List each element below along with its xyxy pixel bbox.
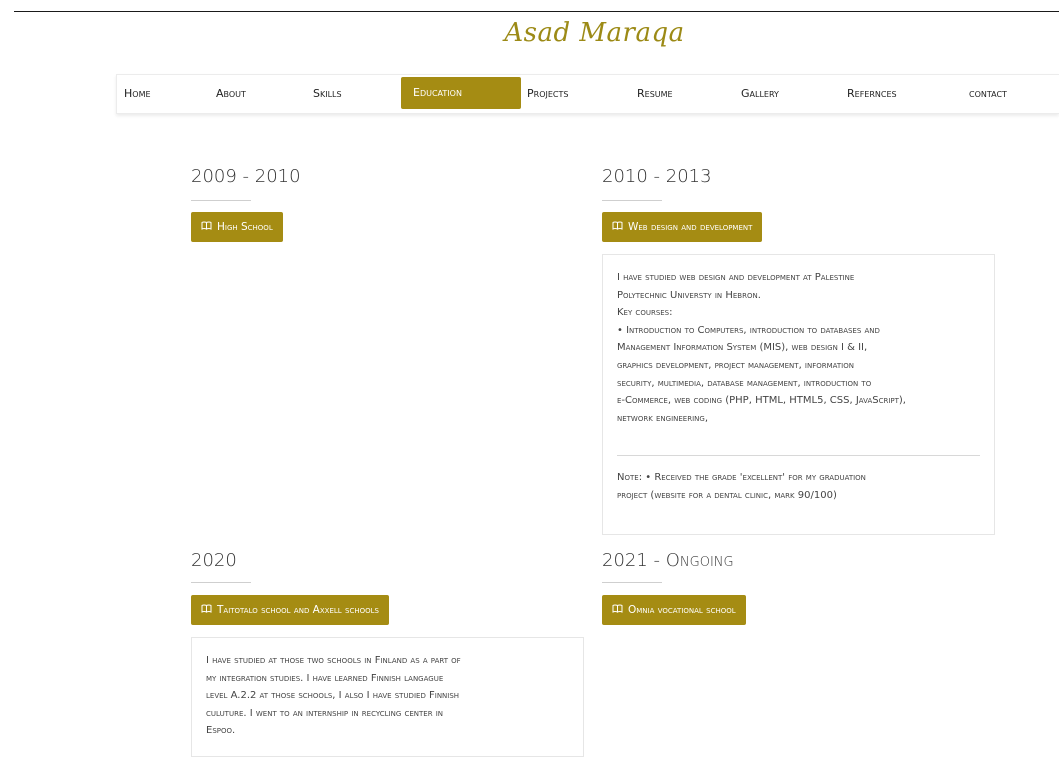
description-line: Key courses: bbox=[617, 307, 673, 319]
year-divider bbox=[602, 582, 662, 583]
book-icon bbox=[612, 595, 623, 625]
description-line: culuture. I went to an internship in rec… bbox=[206, 707, 444, 719]
education-title: Omnia vocational school bbox=[628, 604, 736, 616]
year-divider bbox=[602, 200, 662, 201]
site-logo[interactable]: Asad Maraqa bbox=[0, 18, 1059, 48]
nav-home[interactable]: Home bbox=[124, 75, 151, 113]
book-icon bbox=[201, 595, 212, 625]
year-divider bbox=[191, 200, 251, 201]
note-line: project (website for a dental clinic, ma… bbox=[617, 489, 837, 501]
book-icon bbox=[612, 212, 623, 242]
description-line: Espoo. bbox=[206, 725, 236, 737]
description-line: I have studied web design and developmen… bbox=[617, 272, 855, 283]
description-line: my integration studies. I have learned F… bbox=[206, 672, 444, 684]
nav-resume[interactable]: Resume bbox=[637, 75, 673, 113]
nav-about[interactable]: About bbox=[216, 75, 246, 113]
description-line: e-Commerce, web coding (PHP, HTML, HTML5… bbox=[617, 395, 906, 407]
description-line: network engineering, bbox=[617, 412, 708, 424]
education-title: Taitotalo school and Axxell schools bbox=[217, 604, 379, 616]
description-line: • Introduction to Computers, introductio… bbox=[617, 324, 880, 336]
description-line: security, multimedia, database managemen… bbox=[617, 377, 872, 389]
education-description-card: I have studied at those two schools in F… bbox=[191, 637, 584, 757]
education-description-card: I have studied web design and developmen… bbox=[602, 254, 995, 535]
education-title-button[interactable]: Web design and development bbox=[602, 212, 763, 242]
education-title: High School bbox=[217, 221, 273, 233]
nav-contact[interactable]: contact bbox=[969, 75, 1007, 113]
nav-gallery[interactable]: Gallery bbox=[741, 75, 779, 113]
nav-projects[interactable]: Projects bbox=[527, 75, 568, 113]
book-icon bbox=[201, 212, 212, 242]
year-divider bbox=[191, 582, 251, 583]
education-title: Web design and development bbox=[628, 221, 753, 233]
description-line: I have studied at those two schools in F… bbox=[206, 655, 461, 666]
education-title-button[interactable]: Taitotalo school and Axxell schools bbox=[191, 595, 389, 625]
nav-education[interactable]: Education bbox=[401, 77, 521, 109]
education-year: 2020 bbox=[191, 550, 237, 571]
description-line: level A.2.2 at those schools, I also I h… bbox=[206, 690, 460, 702]
main-nav: Home About Skills Education Projects Res… bbox=[116, 74, 1059, 114]
note-line: Note: • Received the grade 'excellent' f… bbox=[617, 472, 866, 484]
education-year: 2021 - Ongoing bbox=[602, 550, 734, 571]
education-title-button[interactable]: Omnia vocational school bbox=[602, 595, 746, 625]
top-rule bbox=[14, 11, 1059, 12]
education-title-button[interactable]: High School bbox=[191, 212, 283, 242]
description-line: Polytechnic Universty in Hebron. bbox=[617, 289, 761, 301]
description-line: Management Information System (MIS), web… bbox=[617, 342, 868, 354]
education-year: 2009 - 2010 bbox=[191, 166, 301, 187]
description-line: graphics development, project management… bbox=[617, 359, 854, 371]
nav-skills[interactable]: Skills bbox=[313, 75, 342, 113]
nav-references[interactable]: Refernces bbox=[847, 75, 897, 113]
education-year: 2010 - 2013 bbox=[602, 166, 712, 187]
